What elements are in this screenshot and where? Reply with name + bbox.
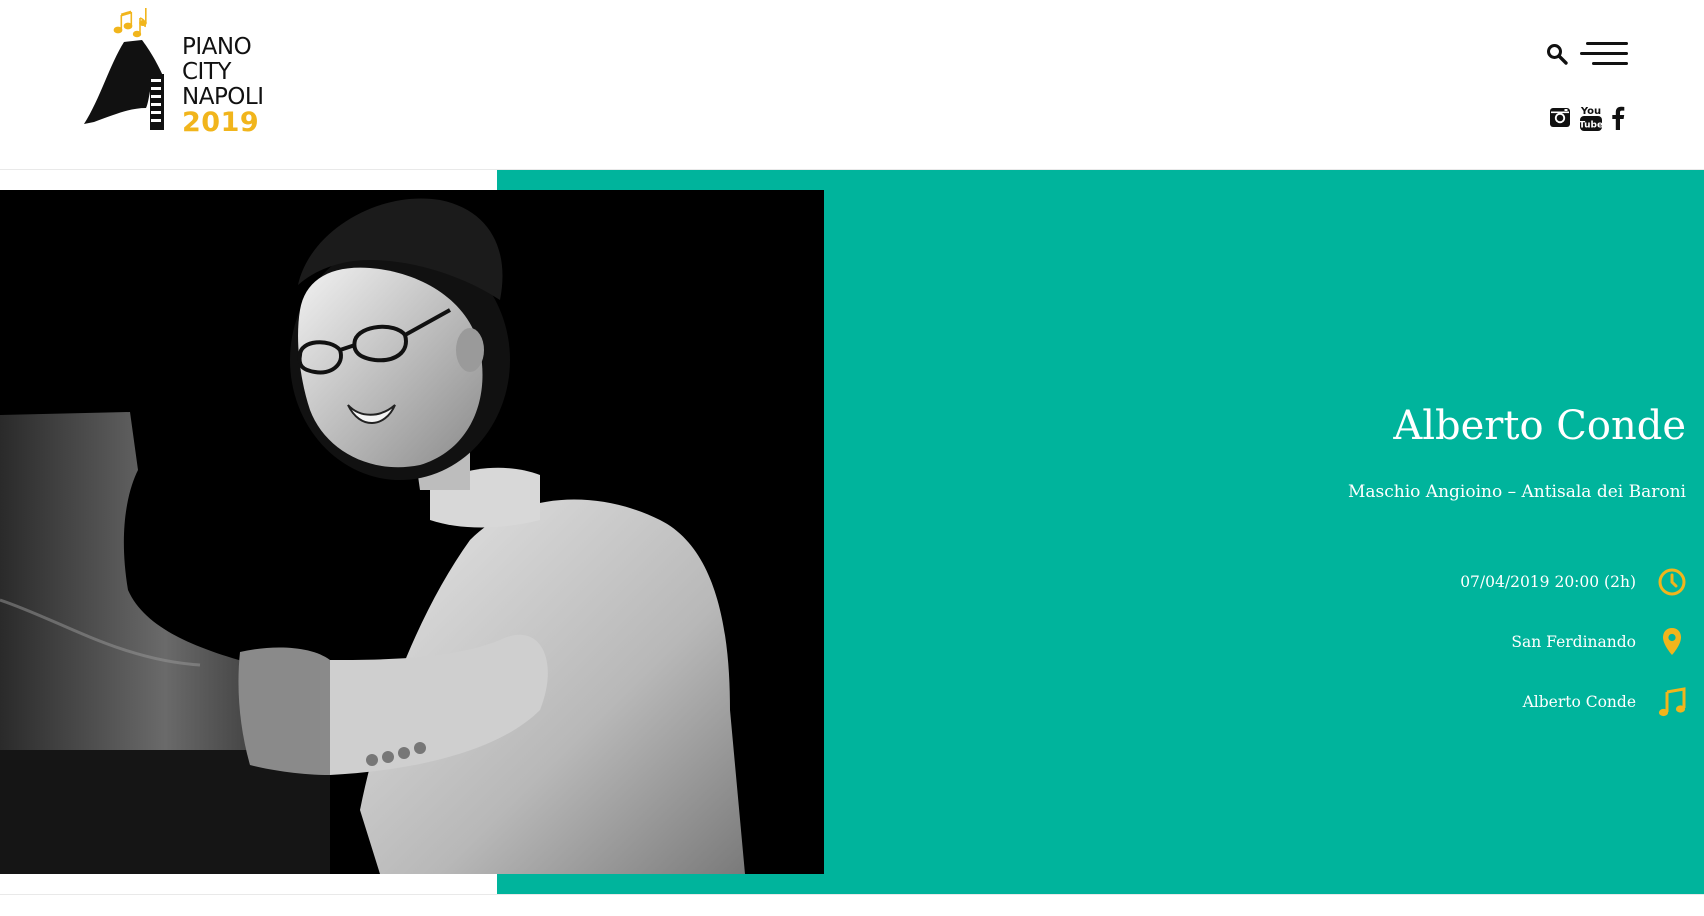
- event-district[interactable]: San Ferdinando: [1511, 633, 1636, 651]
- site-logo[interactable]: PIANO CITY NAPOLI 2019: [80, 4, 280, 140]
- facebook-icon[interactable]: [1610, 105, 1626, 131]
- event-datetime: 07/04/2019 20:00 (2h): [1460, 573, 1636, 591]
- music-note-icon: [1656, 686, 1688, 718]
- logo-text-piano: PIANO: [182, 34, 252, 60]
- artist-photo: [0, 190, 824, 874]
- youtube-icon[interactable]: You Tube: [1579, 104, 1603, 132]
- event-datetime-row: 07/04/2019 20:00 (2h): [1460, 564, 1688, 600]
- event-artist-row: Alberto Conde: [1523, 684, 1688, 720]
- clock-icon: [1656, 566, 1688, 598]
- event-district-row: San Ferdinando: [1511, 624, 1688, 660]
- instagram-icon[interactable]: [1548, 105, 1572, 131]
- piano-logo-mark: [84, 8, 164, 130]
- logo-year: 2019: [182, 107, 260, 138]
- event-title: Alberto Conde: [1393, 403, 1686, 449]
- event-venue[interactable]: Maschio Angioino – Antisala dei Baroni: [1348, 482, 1686, 502]
- content-divider: [0, 894, 1704, 895]
- youtube-you-text: You: [1580, 106, 1601, 117]
- site-header: PIANO CITY NAPOLI 2019 You Tube: [0, 0, 1704, 170]
- event-artist[interactable]: Alberto Conde: [1523, 693, 1636, 711]
- search-icon[interactable]: [1545, 42, 1569, 66]
- logo-text-city: CITY: [182, 59, 231, 85]
- menu-icon[interactable]: [1580, 42, 1628, 70]
- map-pin-icon: [1656, 626, 1688, 658]
- youtube-tube-text: Tube: [1579, 121, 1603, 131]
